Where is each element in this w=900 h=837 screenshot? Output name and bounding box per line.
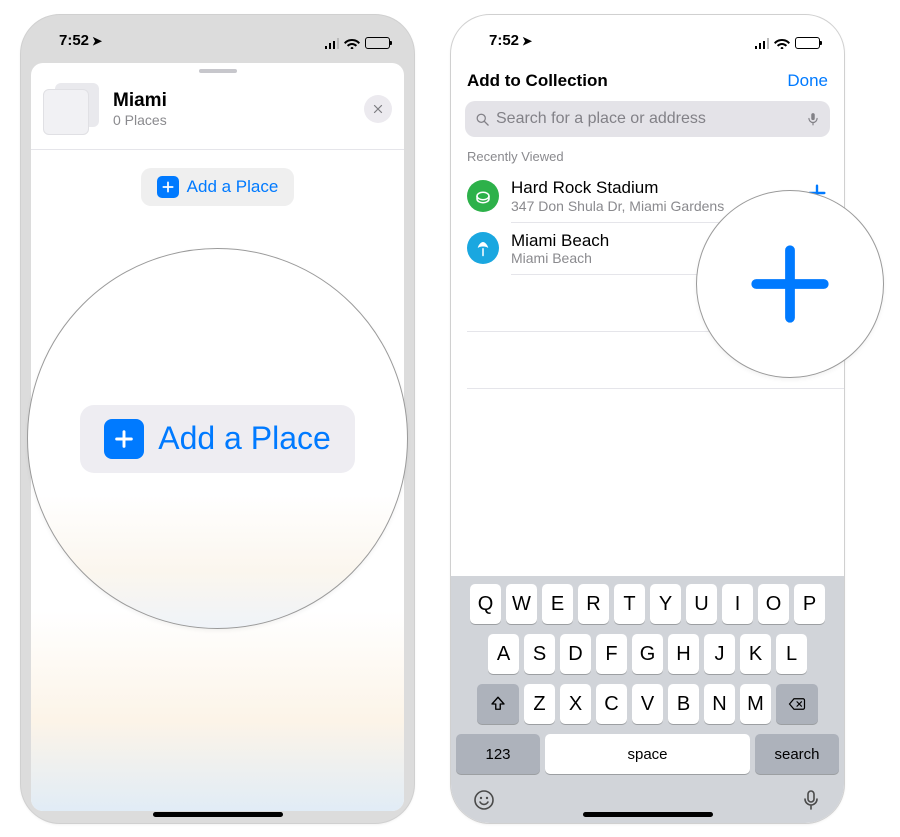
key-u[interactable]: U: [686, 584, 717, 624]
keyboard: Q W E R T Y U I O P A S D F G H J K L Z: [451, 576, 844, 823]
add-place-button-zoomed[interactable]: Add a Place: [80, 405, 355, 473]
key-p[interactable]: P: [794, 584, 825, 624]
plus-square-icon: [157, 176, 179, 198]
plus-square-icon: [104, 419, 144, 459]
dictate-button[interactable]: [799, 788, 823, 817]
key-m[interactable]: M: [740, 684, 771, 724]
key-d[interactable]: D: [560, 634, 591, 674]
delete-icon: [788, 695, 806, 713]
magnifier-add-place: Add a Place: [27, 248, 408, 629]
section-recently-viewed: Recently Viewed: [451, 145, 844, 170]
status-time: 7:52 ➤: [489, 32, 532, 49]
key-x[interactable]: X: [560, 684, 591, 724]
done-button[interactable]: Done: [787, 71, 828, 91]
key-n[interactable]: N: [704, 684, 735, 724]
status-icons: [325, 37, 391, 49]
search-input[interactable]: [496, 110, 800, 128]
key-b[interactable]: B: [668, 684, 699, 724]
emoji-icon: [472, 788, 496, 812]
dictate-icon[interactable]: [806, 112, 820, 126]
emoji-button[interactable]: [472, 788, 496, 817]
key-t[interactable]: T: [614, 584, 645, 624]
shift-icon: [489, 695, 507, 713]
cellular-signal-icon: [325, 38, 340, 49]
cellular-signal-icon: [755, 38, 770, 49]
keyboard-row-1: Q W E R T Y U I O P: [456, 584, 839, 624]
key-delete[interactable]: [776, 684, 818, 724]
collection-header: Miami 0 Places: [31, 77, 404, 150]
home-indicator[interactable]: [583, 812, 713, 817]
background-gradient: [31, 611, 404, 811]
key-g[interactable]: G: [632, 634, 663, 674]
search-row: [451, 101, 844, 145]
key-a[interactable]: A: [488, 634, 519, 674]
search-icon: [475, 112, 490, 127]
add-place-button[interactable]: Add a Place: [141, 168, 295, 206]
status-bar: 7:52 ➤: [21, 15, 414, 53]
microphone-icon: [799, 788, 823, 812]
key-space[interactable]: space: [545, 734, 750, 774]
stadium-icon: [467, 180, 499, 212]
add-place-label-zoomed: Add a Place: [158, 420, 331, 457]
key-s[interactable]: S: [524, 634, 555, 674]
add-to-collection-header: Add to Collection Done: [451, 53, 844, 101]
wifi-icon: [774, 37, 790, 49]
location-arrow-icon: ➤: [522, 34, 532, 48]
status-bar: 7:52 ➤: [451, 15, 844, 53]
key-e[interactable]: E: [542, 584, 573, 624]
key-r[interactable]: R: [578, 584, 609, 624]
battery-icon: [795, 37, 820, 49]
search-field[interactable]: [465, 101, 830, 137]
magnifier-plus: [696, 190, 884, 378]
key-h[interactable]: H: [668, 634, 699, 674]
status-time: 7:52 ➤: [59, 32, 102, 49]
key-shift[interactable]: [477, 684, 519, 724]
home-indicator[interactable]: [153, 812, 283, 817]
drag-grabber-icon[interactable]: [199, 69, 237, 73]
screen-title: Add to Collection: [467, 71, 608, 91]
key-w[interactable]: W: [506, 584, 537, 624]
key-o[interactable]: O: [758, 584, 789, 624]
key-i[interactable]: I: [722, 584, 753, 624]
close-icon: [372, 103, 384, 115]
key-c[interactable]: C: [596, 684, 627, 724]
key-l[interactable]: L: [776, 634, 807, 674]
phone-right: 7:52 ➤ Add to Collection Done Recently V…: [450, 14, 845, 824]
battery-icon: [365, 37, 390, 49]
key-f[interactable]: F: [596, 634, 627, 674]
status-time-text: 7:52: [59, 32, 89, 49]
place-title: Hard Rock Stadium: [511, 178, 794, 198]
collection-titles: Miami 0 Places: [113, 90, 364, 129]
key-y[interactable]: Y: [650, 584, 681, 624]
collection-thumbnail: [43, 83, 99, 135]
wifi-icon: [344, 37, 360, 49]
key-numbers[interactable]: 123: [456, 734, 540, 774]
close-button[interactable]: [364, 95, 392, 123]
keyboard-row-3: Z X C V B N M: [456, 684, 839, 724]
key-z[interactable]: Z: [524, 684, 555, 724]
key-k[interactable]: K: [740, 634, 771, 674]
collection-subtitle: 0 Places: [113, 112, 364, 128]
collection-title: Miami: [113, 90, 364, 113]
status-time-text: 7:52: [489, 32, 519, 49]
add-place-label: Add a Place: [187, 177, 279, 197]
location-arrow-icon: ➤: [92, 34, 102, 48]
beach-icon: [467, 232, 499, 264]
key-q[interactable]: Q: [470, 584, 501, 624]
key-j[interactable]: J: [704, 634, 735, 674]
keyboard-row-2: A S D F G H J K L: [456, 634, 839, 674]
plus-icon: [745, 239, 835, 329]
keyboard-row-4: 123 space search: [456, 734, 839, 774]
key-v[interactable]: V: [632, 684, 663, 724]
status-icons: [755, 37, 821, 49]
key-return[interactable]: search: [755, 734, 839, 774]
